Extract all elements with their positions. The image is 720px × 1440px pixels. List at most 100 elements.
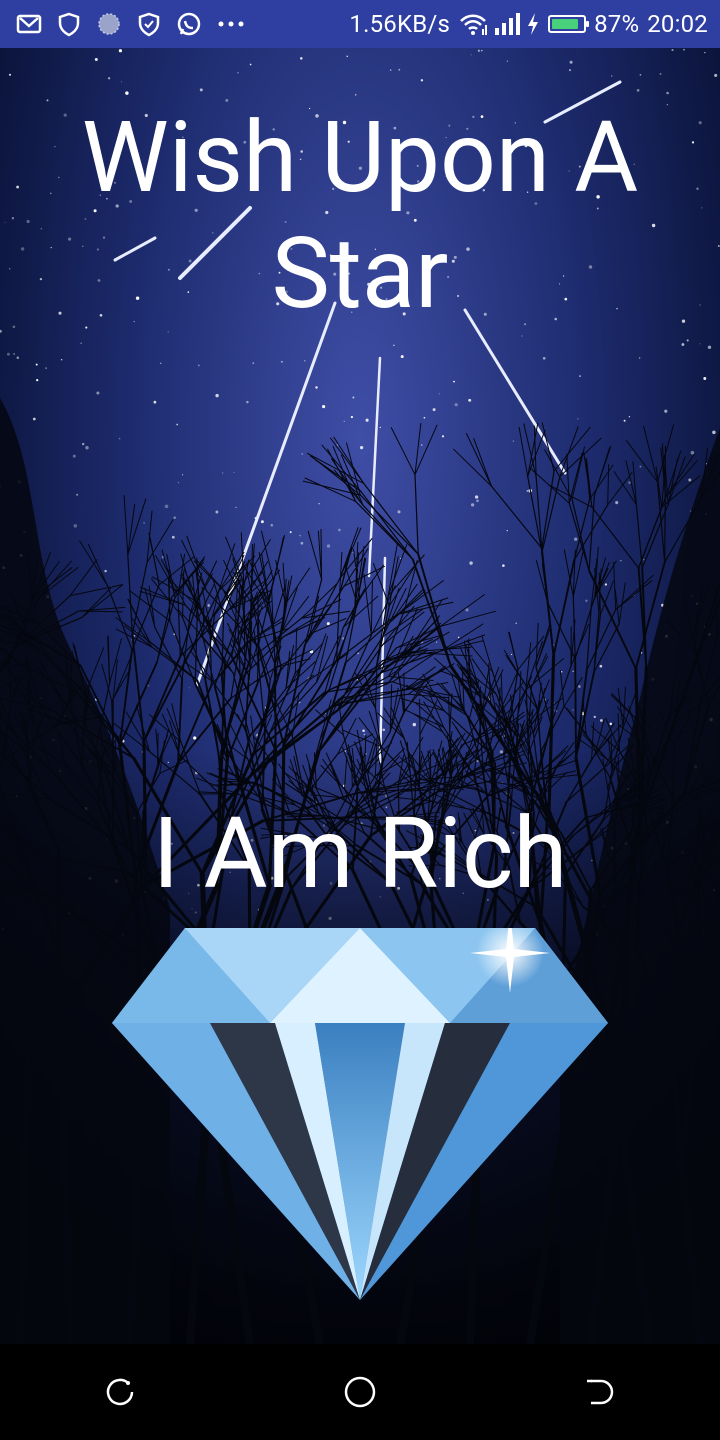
circle-dots-icon bbox=[96, 11, 122, 37]
tree-branch bbox=[605, 717, 620, 752]
tree-branch bbox=[559, 437, 602, 477]
tree-branch bbox=[481, 635, 494, 673]
charging-icon bbox=[526, 11, 540, 37]
back-icon bbox=[587, 1379, 614, 1405]
tree-branch bbox=[285, 567, 311, 605]
tree-branch bbox=[613, 562, 617, 611]
home-icon bbox=[344, 1376, 376, 1408]
tree-branch bbox=[368, 710, 382, 748]
tree-branch bbox=[403, 682, 425, 714]
tree-branch bbox=[203, 637, 234, 674]
clock: 20:02 bbox=[647, 10, 708, 38]
tree-branch bbox=[79, 540, 108, 586]
tree-branch bbox=[589, 464, 614, 500]
tree-branch bbox=[591, 506, 640, 569]
tree-branch bbox=[490, 485, 543, 549]
tree-branch bbox=[396, 597, 449, 615]
tree-branch bbox=[403, 672, 405, 712]
tree-branch bbox=[615, 574, 654, 611]
more-dots-icon bbox=[216, 11, 244, 37]
tree-branch bbox=[245, 665, 251, 729]
network-speed: 1.56KB/s bbox=[349, 10, 451, 38]
tree-branch bbox=[390, 427, 416, 476]
wish-upon-a-star-title: Wish Upon A Star bbox=[81, 100, 639, 331]
tree-branch bbox=[449, 693, 453, 733]
tree-branch bbox=[306, 452, 365, 485]
tree-branch bbox=[193, 560, 227, 593]
tree-branch bbox=[81, 584, 123, 619]
tree-branch bbox=[88, 544, 108, 586]
tree-branch bbox=[617, 687, 624, 728]
tree-branch bbox=[69, 559, 98, 597]
tree-branch bbox=[439, 594, 485, 627]
tree-branch bbox=[574, 596, 596, 660]
tree-branch bbox=[315, 635, 328, 683]
tree-branch bbox=[527, 475, 543, 553]
recent-apps-button[interactable] bbox=[100, 1372, 140, 1412]
tree-branch bbox=[78, 610, 123, 613]
tree-branch bbox=[69, 584, 124, 597]
tree-branch bbox=[127, 503, 136, 556]
tree-branch bbox=[607, 464, 610, 506]
battery-icon bbox=[548, 15, 590, 33]
tree-branch bbox=[574, 657, 577, 759]
back-button[interactable] bbox=[580, 1372, 620, 1412]
tree-branch bbox=[453, 448, 492, 487]
tree-branch bbox=[359, 494, 419, 555]
tree-branch bbox=[535, 476, 543, 553]
tree-branch bbox=[127, 498, 147, 556]
tree-branch bbox=[665, 453, 695, 498]
tree-branch bbox=[392, 583, 418, 621]
tree-branch bbox=[127, 554, 133, 635]
tree-branch bbox=[304, 577, 341, 646]
tree-branch bbox=[202, 605, 205, 638]
tree-branch bbox=[149, 714, 182, 743]
tree-branch bbox=[540, 547, 555, 657]
tree-branch bbox=[282, 659, 338, 746]
tree-branch bbox=[527, 681, 538, 710]
tree-branch bbox=[372, 562, 390, 607]
tree-branch bbox=[643, 425, 658, 483]
tree-branch bbox=[563, 677, 583, 708]
tree-branch bbox=[106, 584, 133, 651]
tree-branch bbox=[78, 606, 126, 612]
tree-branch bbox=[664, 492, 666, 563]
tree-branch bbox=[336, 594, 341, 661]
tree-branch bbox=[360, 490, 414, 560]
tree-branch bbox=[417, 553, 452, 667]
tree-branch bbox=[243, 539, 271, 583]
tree-branch bbox=[294, 627, 298, 674]
tree-branch bbox=[572, 596, 576, 660]
tree-branch bbox=[607, 472, 633, 506]
tree-branch bbox=[559, 426, 579, 477]
tree-branch bbox=[370, 581, 373, 636]
tree-branch bbox=[309, 633, 327, 681]
tree-branch bbox=[81, 585, 113, 619]
home-button[interactable] bbox=[340, 1372, 380, 1412]
tree-branch bbox=[465, 432, 492, 487]
tree-branch bbox=[568, 452, 583, 504]
tree-branch bbox=[613, 471, 637, 506]
tree-branch bbox=[521, 686, 538, 710]
whatsapp-icon bbox=[176, 11, 202, 37]
tree-branch bbox=[125, 711, 150, 752]
status-bar: 1.56KB/s 87% 20:02 bbox=[0, 0, 720, 48]
shield-icon bbox=[56, 11, 82, 37]
tree-branch bbox=[414, 474, 419, 555]
vpn-shield-icon bbox=[136, 11, 162, 37]
tree-branch bbox=[123, 495, 129, 556]
app-background: Wish Upon A Star I Am Rich bbox=[0, 48, 720, 1344]
tree-branch bbox=[387, 544, 408, 597]
tree-branch bbox=[439, 610, 497, 627]
tree-branch bbox=[473, 438, 492, 487]
tree-branch bbox=[635, 504, 643, 569]
tree-branch bbox=[403, 708, 445, 728]
gmail-icon bbox=[16, 11, 42, 37]
wifi-icon bbox=[458, 11, 488, 37]
tree-branch bbox=[429, 752, 432, 783]
battery-percent: 87% bbox=[594, 10, 640, 38]
tree-branch bbox=[566, 453, 570, 504]
tree-branch bbox=[582, 699, 587, 735]
tree-branch bbox=[406, 684, 445, 712]
tree-branch bbox=[571, 446, 585, 500]
